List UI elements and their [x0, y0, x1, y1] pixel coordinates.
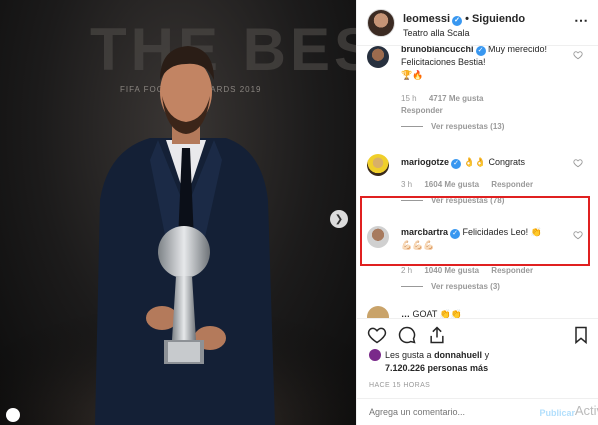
reply-button[interactable]: Responder: [401, 106, 443, 115]
comment-emoji: 🏆🔥: [401, 70, 424, 80]
comment-body: … GOAT 👏👏: [401, 308, 571, 318]
comment-likes[interactable]: 1040 Me gusta: [424, 266, 479, 275]
comment-username[interactable]: mariogotze: [401, 157, 449, 167]
comment-meta: 2 h 1040 Me gusta Responder: [401, 266, 543, 275]
likes-count[interactable]: 7.120.226 personas más: [385, 363, 488, 373]
user-tags-icon[interactable]: [6, 408, 20, 422]
avatar[interactable]: [367, 154, 389, 176]
more-icon[interactable]: ⋯: [574, 12, 589, 29]
verified-icon: ✓: [451, 159, 462, 169]
separator-dot: •: [465, 13, 469, 25]
backdrop-text: THE BEST: [90, 16, 356, 83]
comment-text: 👌👌 Congrats: [463, 157, 525, 167]
heart-icon[interactable]: [573, 50, 583, 60]
header-userline: leomessi ✓ • Siguiendo: [403, 13, 525, 26]
comment-username[interactable]: brunobiancucchi: [401, 46, 474, 54]
post-username[interactable]: leomessi: [403, 13, 450, 25]
comment-input[interactable]: [369, 407, 539, 417]
avatar[interactable]: [367, 9, 395, 37]
comment-body: mariogotze ✓ 👌👌 Congrats: [401, 156, 571, 169]
post-header: leomessi ✓ • Siguiendo Teatro alla Scala ⋯: [357, 0, 598, 46]
comment-username[interactable]: …: [401, 309, 410, 318]
post-timestamp: HACE 15 HORAS: [369, 382, 431, 389]
comment-body: brunobiancucchi ✓ Muy merecido! Felicitac…: [401, 46, 571, 82]
replies-divider: [401, 286, 423, 288]
overlay-watermark: Activ: [574, 403, 598, 418]
reply-button[interactable]: Responder: [491, 180, 533, 189]
share-icon[interactable]: [427, 325, 447, 345]
comment-likes[interactable]: 1604 Me gusta: [424, 180, 479, 189]
likes-user[interactable]: donnahuell: [434, 350, 482, 360]
avatar[interactable]: [367, 46, 389, 68]
comment-meta: 3 h 1604 Me gusta Responder: [401, 180, 543, 189]
verified-icon: ✓: [475, 46, 486, 56]
likes-summary: Les gusta a donnahuell y 7.120.226 perso…: [369, 349, 489, 375]
post-panel: leomessi ✓ • Siguiendo Teatro alla Scala ⋯ …: [356, 0, 598, 425]
likes-prefix: Les gusta a: [385, 350, 432, 360]
highlight-box: [360, 196, 590, 266]
comment-age: 15 h: [401, 94, 417, 103]
view-replies[interactable]: Ver respuestas (13): [401, 122, 504, 131]
heart-icon[interactable]: [367, 325, 387, 345]
add-comment-bar: Publicar Activ: [357, 398, 598, 425]
comment-list[interactable]: brunobiancucchi ✓ Muy merecido! Felicitac…: [357, 46, 598, 318]
publish-button[interactable]: Publicar: [539, 408, 575, 418]
heart-icon[interactable]: [573, 158, 583, 168]
view-replies-label[interactable]: Ver respuestas (13): [431, 122, 504, 131]
follow-status-button[interactable]: Siguiendo: [472, 13, 525, 25]
trophy: [158, 226, 210, 278]
verified-icon: ✓: [452, 16, 463, 26]
avatar[interactable]: [367, 306, 389, 318]
photo-illustration: THE BEST FIFA FOOTBALL AWARDS 2019: [0, 16, 356, 425]
post-photo[interactable]: THE BEST FIFA FOOTBALL AWARDS 2019 ❯: [0, 0, 356, 425]
bookmark-icon[interactable]: [571, 325, 591, 345]
comment-meta: 15 h 4717 Me gusta: [401, 94, 494, 103]
next-arrow-icon[interactable]: ❯: [330, 210, 348, 228]
view-replies-label[interactable]: Ver respuestas (3): [431, 282, 500, 291]
comment-age: 2 h: [401, 266, 413, 275]
replies-divider: [401, 126, 423, 128]
comment-likes[interactable]: 4717 Me gusta: [429, 94, 484, 103]
view-replies[interactable]: Ver respuestas (3): [401, 282, 500, 291]
post-location[interactable]: Teatro alla Scala: [403, 28, 470, 38]
reply-button[interactable]: Responder: [491, 266, 533, 275]
comment-text: GOAT 👏👏: [412, 309, 463, 318]
comment-icon[interactable]: [397, 325, 417, 345]
comment-age: 3 h: [401, 180, 413, 189]
comment-reply-row: Responder: [401, 106, 453, 115]
action-bar: [357, 318, 598, 348]
likes-conj: y: [484, 350, 490, 360]
avatar[interactable]: [369, 349, 381, 361]
